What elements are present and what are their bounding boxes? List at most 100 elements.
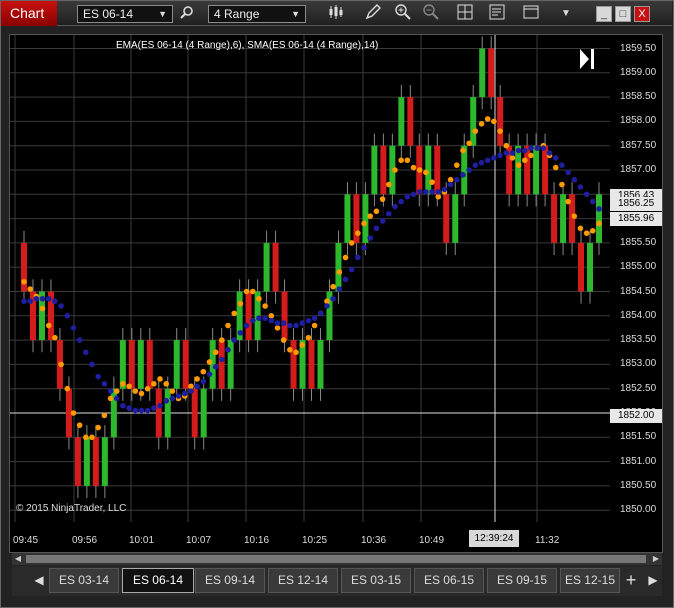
price-tick-label: 1858.50: [620, 91, 657, 103]
price-tick-label: 1850.00: [620, 504, 657, 516]
sma-point: [379, 218, 386, 224]
sma-point: [262, 315, 268, 322]
indicator-label: EMA(ES 06-14 (4 Range),6), SMA(ES 06-14 …: [116, 40, 379, 51]
sma-point: [219, 356, 225, 363]
instrument-tab[interactable]: ES 09-15: [487, 568, 557, 593]
sma-point: [355, 254, 361, 261]
instrument-tab[interactable]: ES 03-14: [49, 568, 119, 593]
close-button[interactable]: X: [634, 6, 650, 22]
sma-point: [39, 295, 46, 302]
price-chart[interactable]: [10, 35, 610, 522]
sma-point: [453, 176, 460, 183]
instrument-selector[interactable]: ES 06-14 ▼: [77, 5, 173, 23]
ema-point: [522, 157, 528, 164]
minimize-button[interactable]: _: [596, 6, 612, 22]
grid-icon[interactable]: [455, 4, 475, 24]
candle-body: [344, 194, 351, 243]
ema-point: [163, 381, 170, 387]
price-panel[interactable]: [10, 35, 610, 522]
time-tick-label: 11:32: [535, 535, 560, 546]
candle-body: [407, 97, 414, 146]
ema-point: [348, 240, 355, 246]
layout-icon[interactable]: [521, 4, 541, 24]
bar-type-selector[interactable]: 4 Range ▼: [208, 5, 306, 23]
search-icon[interactable]: [177, 4, 197, 24]
ema-point: [64, 385, 71, 392]
tab-scroll-left-icon[interactable]: ◀: [31, 568, 47, 593]
candle-body: [128, 340, 135, 389]
ema-point: [95, 424, 101, 431]
price-axis[interactable]: [610, 35, 662, 522]
sma-point: [243, 322, 250, 329]
candle-body: [92, 437, 99, 486]
ema-point: [484, 116, 491, 122]
sma-point: [101, 381, 108, 387]
ema-point: [410, 164, 417, 171]
time-tick-label: 10:16: [244, 535, 270, 546]
zoom-in-icon[interactable]: [393, 4, 413, 24]
ema-point: [231, 310, 238, 317]
zoom-out-icon[interactable]: [421, 4, 441, 24]
bar-type-value: 4 Range: [214, 7, 260, 21]
scroll-thumb[interactable]: [26, 555, 646, 563]
horizontal-scrollbar[interactable]: ◀ ▶: [12, 553, 662, 565]
scroll-left-icon[interactable]: ◀: [12, 553, 24, 565]
price-tick-label: 1855.50: [620, 236, 657, 248]
candle-body: [398, 97, 405, 146]
sma-point: [429, 189, 435, 195]
sma-point: [206, 371, 213, 377]
sma-point: [151, 405, 157, 411]
sma-point: [577, 184, 584, 190]
ema-point: [423, 169, 429, 176]
ema-point: [453, 162, 460, 168]
data-box-icon[interactable]: [487, 4, 507, 24]
copyright-text: © 2015 NinjaTrader, LLC: [16, 503, 127, 514]
ema-point: [398, 157, 404, 164]
sma-point: [348, 266, 355, 273]
price-marker-sma: 1855.96: [610, 212, 662, 226]
instrument-tab[interactable]: ES 12-15: [560, 568, 620, 593]
sma-point: [280, 320, 287, 326]
ema-point: [515, 162, 522, 168]
ema-point: [590, 227, 596, 234]
tab-scroll-right-icon[interactable]: ▶: [645, 568, 661, 593]
sma-point: [305, 317, 312, 324]
instrument-tab[interactable]: ES 06-14: [122, 568, 194, 593]
chevron-down-icon[interactable]: ▼: [556, 4, 576, 24]
sma-point: [330, 295, 336, 302]
candle-body: [362, 194, 369, 243]
price-tick-label: 1853.00: [620, 358, 657, 370]
time-axis[interactable]: [10, 522, 662, 552]
instrument-tab[interactable]: ES 03-15: [341, 568, 411, 593]
candle-body: [74, 437, 81, 486]
instrument-tab[interactable]: ES 12-14: [268, 568, 338, 593]
instrument-tab[interactable]: ES 06-15: [414, 568, 484, 593]
candle-body: [443, 194, 450, 243]
scroll-right-icon[interactable]: ▶: [650, 553, 662, 565]
candle-body: [587, 242, 594, 292]
sma-point: [200, 378, 207, 385]
ema-point: [361, 220, 367, 227]
sma-point: [27, 298, 33, 305]
ema-point: [460, 147, 466, 154]
sma-point: [237, 330, 244, 336]
pencil-icon[interactable]: [363, 4, 383, 24]
ema-point: [132, 388, 139, 394]
sma-point: [89, 361, 95, 368]
ema-point: [169, 388, 176, 394]
candlestick-icon[interactable]: [326, 4, 346, 24]
sma-point: [268, 317, 275, 324]
price-tick-label: 1852.50: [620, 382, 657, 394]
add-tab-icon[interactable]: +: [623, 568, 639, 593]
candle-body: [578, 242, 585, 292]
ema-point: [243, 288, 250, 295]
sma-point: [392, 203, 398, 210]
price-tick-label: 1858.00: [620, 115, 657, 127]
time-tick-label: 09:56: [72, 535, 98, 546]
candle-body: [434, 145, 441, 195]
sma-point: [559, 162, 565, 168]
scroll-to-end-icon[interactable]: [578, 47, 596, 71]
maximize-button[interactable]: □: [615, 6, 631, 22]
candle-body: [245, 291, 252, 341]
instrument-tab[interactable]: ES 09-14: [195, 568, 265, 593]
